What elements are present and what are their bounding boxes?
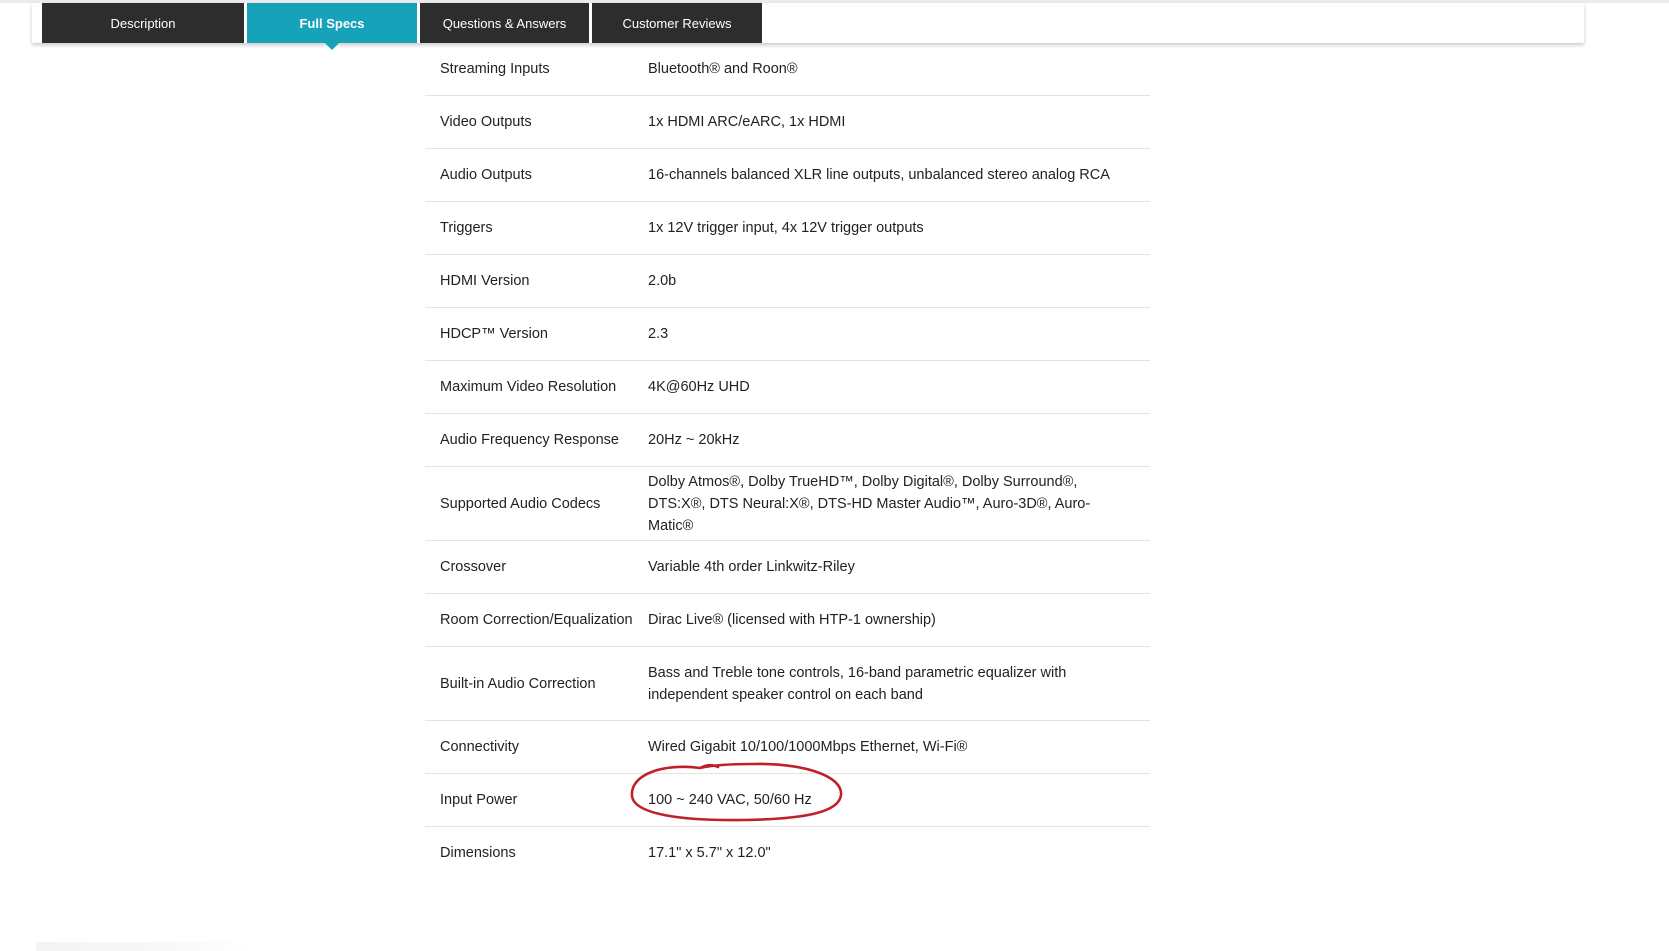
tab-label: Description xyxy=(110,15,176,31)
spec-row-hdcp-version: HDCP™ Version 2.3 xyxy=(425,308,1150,361)
full-specs-table: Streaming Inputs Bluetooth® and Roon® Vi… xyxy=(425,43,1150,879)
spec-row-max-video-resolution: Maximum Video Resolution 4K@60Hz UHD xyxy=(425,361,1150,414)
spec-row-room-correction: Room Correction/Equalization Dirac Live®… xyxy=(425,594,1150,647)
spec-value: 2.3 xyxy=(648,326,669,342)
spec-label: Maximum Video Resolution xyxy=(440,379,617,395)
spec-value: 1x 12V trigger input, 4x 12V trigger out… xyxy=(648,220,924,236)
spec-value: 17.1" x 5.7" x 12.0" xyxy=(648,845,771,861)
spec-row-hdmi-version: HDMI Version 2.0b xyxy=(425,255,1150,308)
spec-label: Room Correction/Equalization xyxy=(440,612,633,628)
spec-value: 16-channels balanced XLR line outputs, u… xyxy=(648,167,1110,183)
spec-row-built-in-audio-correction: Built-in Audio Correction Bass and Trebl… xyxy=(425,647,1150,721)
tab-bar: Description Full Specs Questions & Answe… xyxy=(32,3,1584,50)
spec-row-audio-outputs: Audio Outputs 16-channels balanced XLR l… xyxy=(425,149,1150,202)
active-tab-pointer-icon xyxy=(325,43,339,50)
tab-label: Questions & Answers xyxy=(442,15,567,31)
spec-label: Connectivity xyxy=(440,739,519,755)
spec-label: Crossover xyxy=(440,559,507,575)
spec-row-input-power: Input Power 100 ~ 240 VAC, 50/60 Hz xyxy=(425,774,1150,827)
spec-label: HDCP™ Version xyxy=(440,326,548,342)
spec-row-video-outputs: Video Outputs 1x HDMI ARC/eARC, 1x HDMI xyxy=(425,96,1150,149)
spec-value: 100 ~ 240 VAC, 50/60 Hz xyxy=(648,792,812,808)
spec-label: Audio Frequency Response xyxy=(440,432,619,448)
spec-row-triggers: Triggers 1x 12V trigger input, 4x 12V tr… xyxy=(425,202,1150,255)
spec-value: Variable 4th order Linkwitz-Riley xyxy=(648,559,855,575)
spec-value: Dolby Atmos®, Dolby TrueHD™, Dolby Digit… xyxy=(648,473,1091,534)
tab-customer-reviews[interactable]: Customer Reviews xyxy=(592,3,762,43)
spec-label: Built-in Audio Correction xyxy=(440,675,596,692)
spec-row-audio-frequency-response: Audio Frequency Response 20Hz ~ 20kHz xyxy=(425,414,1150,467)
spec-label: Input Power xyxy=(440,792,518,808)
spec-value: Bass and Treble tone controls, 16-band p… xyxy=(648,664,1067,703)
spec-value: 1x HDMI ARC/eARC, 1x HDMI xyxy=(648,114,846,130)
spec-label: HDMI Version xyxy=(440,273,530,289)
bottom-fade-divider xyxy=(36,942,256,951)
tab-description[interactable]: Description xyxy=(42,3,244,43)
spec-label: Supported Audio Codecs xyxy=(440,495,601,512)
spec-label: Streaming Inputs xyxy=(440,61,550,77)
spec-row-supported-audio-codecs: Supported Audio Codecs Dolby Atmos®, Dol… xyxy=(425,467,1150,541)
tab-questions-answers[interactable]: Questions & Answers xyxy=(420,3,589,43)
spec-row-connectivity: Connectivity Wired Gigabit 10/100/1000Mb… xyxy=(425,721,1150,774)
spec-label: Triggers xyxy=(440,220,493,236)
spec-row-streaming-inputs: Streaming Inputs Bluetooth® and Roon® xyxy=(425,43,1150,96)
tab-label: Customer Reviews xyxy=(622,15,732,31)
spec-label: Dimensions xyxy=(440,845,516,861)
spec-value: Dirac Live® (licensed with HTP-1 ownersh… xyxy=(648,612,936,628)
spec-row-crossover: Crossover Variable 4th order Linkwitz-Ri… xyxy=(425,541,1150,594)
spec-value: Bluetooth® and Roon® xyxy=(648,61,798,77)
tab-label: Full Specs xyxy=(299,15,365,31)
spec-value: 2.0b xyxy=(648,273,677,289)
spec-value: 4K@60Hz UHD xyxy=(648,379,750,395)
tab-full-specs[interactable]: Full Specs xyxy=(247,3,417,50)
spec-value: Wired Gigabit 10/100/1000Mbps Ethernet, … xyxy=(648,739,968,755)
spec-row-dimensions: Dimensions 17.1" x 5.7" x 12.0" xyxy=(425,827,1150,879)
spec-value: 20Hz ~ 20kHz xyxy=(648,432,740,448)
spec-label: Audio Outputs xyxy=(440,167,532,183)
spec-label: Video Outputs xyxy=(440,114,532,130)
